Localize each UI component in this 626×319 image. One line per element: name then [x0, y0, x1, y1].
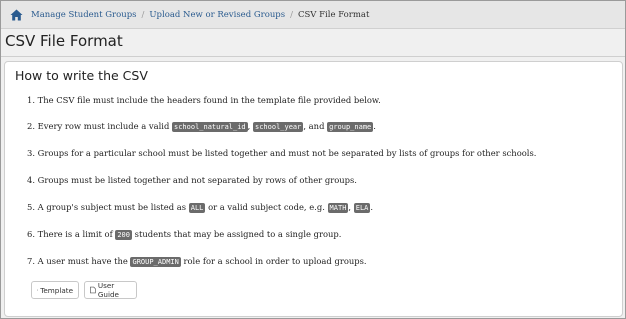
- rule-item-5: 5. A group's subject must be listed as A…: [27, 202, 374, 213]
- code-ela: ELA: [353, 203, 371, 213]
- divider: [1, 56, 625, 57]
- panel-heading: How to write the CSV: [15, 68, 148, 83]
- rule-number: 6.: [27, 229, 35, 239]
- rule-text: ,: [348, 202, 352, 212]
- code-math: MATH: [327, 203, 349, 213]
- rule-number: 7.: [27, 256, 35, 266]
- home-icon[interactable]: [10, 9, 23, 21]
- rule-item-7: 7. A user must have the GROUP_ADMIN role…: [27, 256, 367, 267]
- breadcrumb-manage-groups[interactable]: Manage Student Groups: [31, 10, 137, 20]
- rule-text: ,: [247, 121, 251, 131]
- csv-format-panel: How to write the CSV 1. The CSV file mus…: [4, 61, 623, 317]
- rule-number: 2.: [27, 121, 35, 131]
- user-guide-button-label: User Guide: [97, 281, 119, 299]
- app-frame: Manage Student Groups / Upload New or Re…: [0, 0, 626, 319]
- rule-number: 5.: [27, 202, 35, 212]
- rule-text: role for a school in order to upload gro…: [183, 256, 367, 266]
- rule-item-4: 4. Groups must be listed together and no…: [27, 175, 357, 185]
- rule-text: There is a limit of: [37, 229, 113, 239]
- rule-item-2: 2. Every row must include a valid school…: [27, 121, 376, 132]
- rule-text: students that may be assigned to a singl…: [134, 229, 342, 239]
- rule-text: .: [373, 121, 376, 131]
- code-school-natural-id: school_natural_id: [172, 122, 248, 132]
- file-icon: [90, 286, 96, 294]
- rule-text: or a valid subject code, e.g.: [208, 202, 325, 212]
- rule-number: 3.: [27, 148, 35, 158]
- template-button[interactable]: Template: [31, 281, 79, 299]
- rule-text: A group's subject must be listed as: [37, 202, 187, 212]
- file-icon: [37, 289, 39, 291]
- rule-text: .: [370, 202, 374, 212]
- breadcrumb-upload-groups[interactable]: Upload New or Revised Groups: [149, 10, 285, 20]
- rule-item-6: 6. There is a limit of 200 students that…: [27, 229, 342, 240]
- template-button-label: Template: [40, 285, 73, 295]
- breadcrumb-current: CSV File Format: [297, 9, 370, 20]
- rule-text: The CSV file must include the headers fo…: [37, 95, 381, 105]
- rule-number: 4.: [27, 175, 35, 185]
- rule-text: A user must have the: [37, 256, 128, 266]
- rule-item-3: 3. Groups for a particular school must b…: [27, 148, 536, 158]
- code-group-name: group_name: [327, 122, 374, 132]
- code-school-year: school_year: [253, 122, 304, 132]
- breadcrumb-separator: /: [290, 9, 293, 20]
- rule-item-1: 1. The CSV file must include the headers…: [27, 95, 381, 105]
- code-group-limit: 200: [115, 230, 132, 240]
- user-guide-button[interactable]: User Guide: [84, 281, 137, 299]
- code-all: ALL: [188, 203, 206, 213]
- rule-number: 1.: [27, 95, 35, 105]
- rule-text: Groups for a particular school must be l…: [37, 148, 537, 158]
- breadcrumb: Manage Student Groups / Upload New or Re…: [1, 1, 625, 29]
- rule-text: , and: [303, 121, 325, 131]
- code-group-admin: GROUP_ADMIN: [130, 257, 181, 267]
- rule-text: Every row must include a valid: [37, 121, 170, 131]
- page-title: CSV File Format: [5, 32, 123, 50]
- breadcrumb-separator: /: [141, 9, 145, 20]
- rule-text: Groups must be listed together and not s…: [37, 175, 357, 185]
